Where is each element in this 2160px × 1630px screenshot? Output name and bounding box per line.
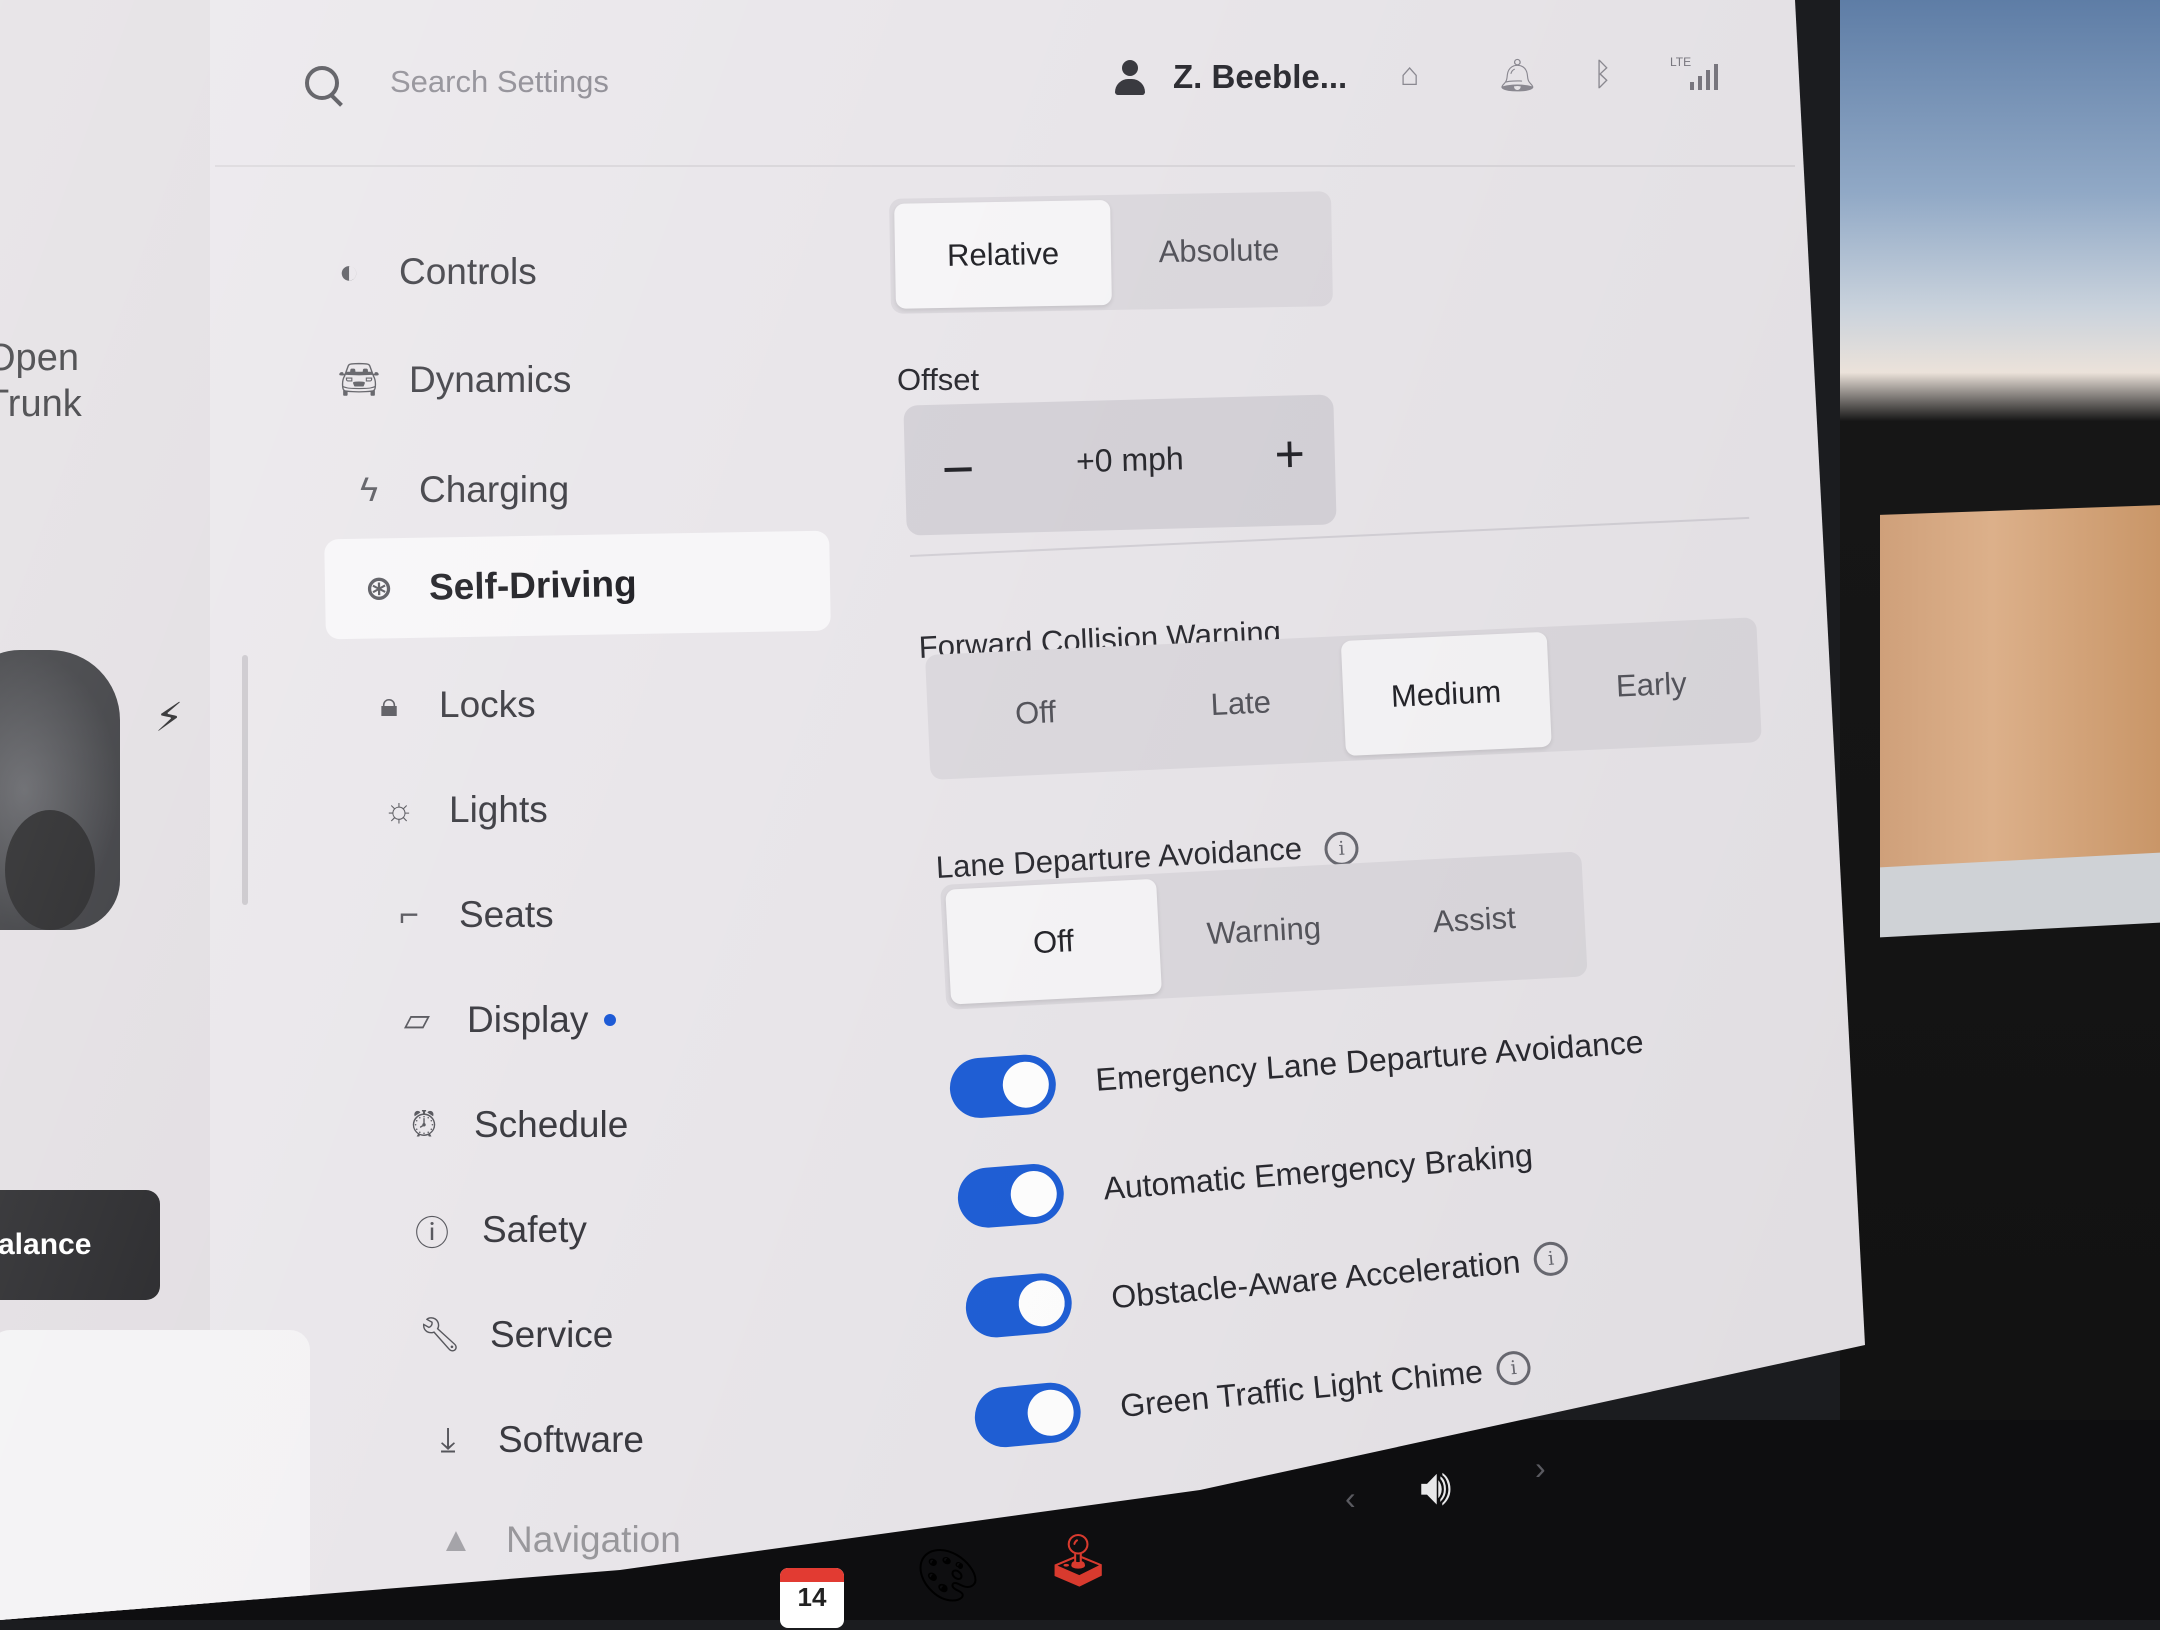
seat-icon: ⌐ <box>399 895 419 934</box>
sidebar-item-schedule[interactable]: ⏰︎ Schedule <box>400 1085 629 1165</box>
network-label: LTE <box>1670 55 1692 69</box>
bolt-icon: ϟ <box>360 470 378 509</box>
lda-option-assist[interactable]: Assist <box>1366 857 1582 983</box>
sun-icon: ☼ <box>383 790 415 829</box>
sidebar-item-label: Charging <box>419 469 570 510</box>
sidebar-item-display[interactable]: ▱ Display <box>393 980 617 1060</box>
toggle-label: Obstacle-Aware Acceleration <box>1109 1243 1522 1315</box>
touchscreen: Open Trunk ⚡︎ alance Search Settings Z. … <box>0 0 1865 1620</box>
fcw-option-late[interactable]: Late <box>1136 641 1347 765</box>
info-icon[interactable]: i <box>1532 1240 1570 1278</box>
sidebar-item-controls[interactable]: ◐ Controls <box>325 232 537 312</box>
user-icon[interactable] <box>1115 60 1145 98</box>
offset-stepper: − +0 mph + <box>903 394 1337 536</box>
toggle-row-obstacle-aware-acceleration: Obstacle-Aware Acceleration i <box>963 1227 1570 1340</box>
user-profile-name[interactable]: Z. Beeble... <box>1173 58 1347 96</box>
lda-option-warning[interactable]: Warning <box>1156 868 1372 994</box>
sidebar-scrollbar[interactable] <box>242 655 248 905</box>
garage-icon[interactable]: ⌂ <box>1400 56 1419 93</box>
sidebar-item-locks[interactable]: 🔒︎ Locks <box>365 665 536 745</box>
download-icon: ⤓ <box>440 1420 456 1459</box>
sidebar-item-label: Controls <box>399 251 537 292</box>
sidebar-item-label: Service <box>490 1314 614 1355</box>
volume-icon[interactable]: 🔊︎ <box>1420 1458 1452 1517</box>
trunk-label-line1: Open <box>0 337 79 379</box>
decrease-offset-button[interactable]: − <box>933 437 984 501</box>
sidebar-item-lights[interactable]: ☼ Lights <box>375 770 548 850</box>
sidebar-item-label: Safety <box>482 1209 587 1250</box>
offset-label: Offset <box>897 362 980 397</box>
fcw-option-off[interactable]: Off <box>930 650 1141 774</box>
toybox-app-icon[interactable]: 🎨︎ <box>915 1545 981 1606</box>
lda-option-off[interactable]: Off <box>945 878 1162 1005</box>
sidebar-item-label: Navigation <box>506 1519 681 1560</box>
charge-port-icon[interactable]: ⚡︎ <box>155 695 183 741</box>
sidebar-item-seats[interactable]: ⌐ Seats <box>385 875 554 955</box>
notification-dot <box>604 1014 617 1026</box>
trunk-label-line2: Trunk <box>0 383 82 425</box>
car-wheel <box>5 810 95 930</box>
increase-offset-button[interactable]: + <box>1264 425 1315 484</box>
car-panel: Open Trunk ⚡︎ alance <box>0 0 310 1620</box>
offset-value: +0 mph <box>1075 440 1185 480</box>
open-trunk-button[interactable]: Open Trunk <box>0 335 82 427</box>
info-icon[interactable]: i <box>1323 830 1360 867</box>
arcade-app-icon[interactable]: 🕹︎ <box>1045 1530 1111 1591</box>
fcw-option-early[interactable]: Early <box>1546 622 1757 746</box>
chevron-right-icon[interactable]: › <box>1535 1450 1546 1487</box>
alarm-clock-icon: ⏰︎ <box>410 1105 438 1144</box>
car-icon: 🚘︎ <box>337 361 381 399</box>
media-card <box>0 1330 310 1620</box>
sidebar-item-service[interactable]: 🔧︎ Service <box>416 1295 613 1375</box>
sidebar-item-self-driving[interactable]: ⊛ Self-Driving <box>324 530 831 640</box>
balance-label: alance <box>0 1228 92 1261</box>
sidebar-item-label: Dynamics <box>409 359 572 400</box>
search-input[interactable]: Search Settings <box>390 64 609 100</box>
toggle-row-emergency-lane-departure: Emergency Lane Departure Avoidance <box>947 1012 1646 1120</box>
steering-wheel-icon: ⊛ <box>364 569 394 608</box>
sidebar-item-charging[interactable]: ϟ Charging <box>345 450 569 530</box>
info-icon[interactable]: i <box>1494 1349 1533 1387</box>
option-relative[interactable]: Relative <box>894 200 1112 309</box>
toggle-label: Automatic Emergency Braking <box>1102 1136 1535 1206</box>
navigation-icon: ▲ <box>439 1520 473 1559</box>
speed-limit-mode-selector[interactable]: Relative Absolute <box>889 191 1333 314</box>
bluetooth-icon[interactable]: ᛒ <box>1593 56 1612 93</box>
option-absolute[interactable]: Absolute <box>1110 196 1328 305</box>
sidebar-item-label: Locks <box>439 684 536 725</box>
fcw-option-medium[interactable]: Medium <box>1340 631 1552 757</box>
sidebar-item-label: Lights <box>449 789 548 830</box>
emergency-lane-departure-toggle[interactable] <box>947 1052 1058 1120</box>
obstacle-aware-acceleration-toggle[interactable] <box>963 1270 1075 1340</box>
sidebar-item-software[interactable]: ⤓ Software <box>424 1400 644 1480</box>
toggle-label: Green Traffic Light Chime <box>1118 1352 1485 1424</box>
signal-icon <box>1690 60 1726 90</box>
search-icon[interactable] <box>305 66 339 100</box>
sidebar-item-label: Seats <box>459 894 554 935</box>
automatic-emergency-braking-toggle[interactable] <box>955 1161 1067 1230</box>
toggle-row-automatic-emergency-braking: Automatic Emergency Braking <box>955 1125 1535 1230</box>
green-traffic-light-chime-toggle[interactable] <box>972 1379 1084 1450</box>
calendar-day: 14 <box>797 1582 827 1612</box>
sidebar-item-dynamics[interactable]: 🚘︎ Dynamics <box>335 340 571 420</box>
sidebar-item-label: Self-Driving <box>428 562 637 608</box>
wood-trim <box>1880 505 2160 875</box>
bell-icon[interactable]: 🔔︎ <box>1497 56 1538 94</box>
top-bar: Search Settings Z. Beeble... ⌂ 🔔︎ ᛒ LTE <box>215 0 1795 167</box>
display-icon: ▱ <box>403 1001 431 1039</box>
dash-trim <box>1880 852 2160 938</box>
chevron-left-icon[interactable]: ‹ <box>1345 1480 1356 1517</box>
toggle-label: Emergency Lane Departure Avoidance <box>1094 1023 1645 1098</box>
lock-icon: 🔒︎ <box>379 685 399 724</box>
sidebar-item-label: Display <box>467 999 589 1040</box>
toggle-icon: ◐ <box>338 252 360 291</box>
alert-icon: ⓘ <box>415 1214 449 1253</box>
sidebar-item-safety[interactable]: ⓘ Safety <box>408 1190 587 1270</box>
toggle-row-green-traffic-light-chime: Green Traffic Light Chime i <box>972 1337 1533 1450</box>
calendar-app-icon[interactable]: 14 <box>780 1568 844 1628</box>
sidebar-item-label: Schedule <box>474 1104 629 1145</box>
sidebar-item-label: Software <box>498 1419 645 1460</box>
balance-button[interactable]: alance <box>0 1190 160 1300</box>
wrench-icon: 🔧︎ <box>418 1316 462 1354</box>
